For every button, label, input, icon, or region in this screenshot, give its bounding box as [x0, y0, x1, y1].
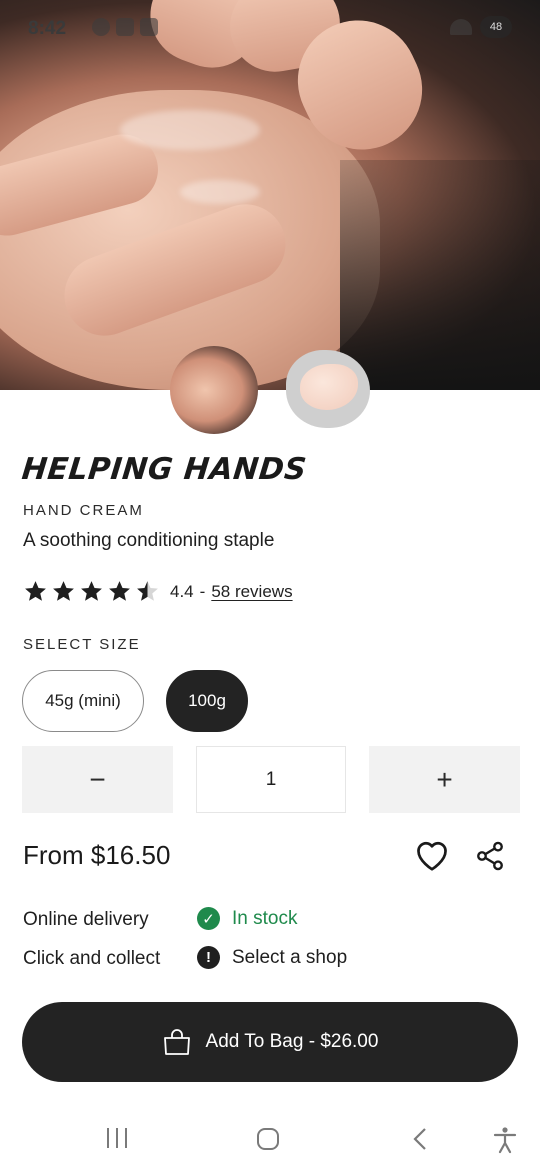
add-to-bag-label: Add To Bag - $26.00 [205, 1031, 379, 1052]
rating-value: 4.4 [170, 581, 194, 601]
moon-icon [92, 18, 110, 36]
star-icon [25, 581, 46, 601]
quantity-value[interactable]: 1 [196, 746, 346, 813]
product-category: HAND CREAM [23, 502, 144, 519]
app-notification-icon [140, 18, 158, 36]
thumbnail-cream-swatch[interactable] [286, 350, 370, 428]
select-shop-link[interactable]: ! Select a shop [197, 946, 347, 969]
recents-icon[interactable] [104, 1126, 130, 1150]
delivery-status: ✓ In stock [197, 907, 297, 930]
system-nav-bar [0, 1110, 540, 1170]
size-option-100g[interactable]: 100g [166, 670, 248, 732]
status-notification-icons [82, 18, 158, 36]
check-circle-icon: ✓ [197, 907, 220, 930]
status-time: 8:42 [28, 18, 67, 39]
star-rating [23, 579, 160, 604]
reviews-link[interactable]: 58 reviews [211, 582, 292, 602]
star-half-icon [137, 581, 158, 601]
image-thumbnails [170, 346, 370, 434]
in-stock-text: In stock [232, 907, 298, 929]
select-size-label: SELECT SIZE [23, 636, 141, 653]
product-title: HELPING HANDS [20, 452, 309, 487]
share-icon[interactable] [474, 840, 506, 872]
alert-circle-icon: ! [197, 946, 220, 969]
select-shop-text: Select a shop [232, 946, 348, 968]
status-bar: 8:42 48 [0, 0, 540, 56]
hero-shadow [340, 160, 540, 390]
heart-icon[interactable] [414, 838, 450, 872]
price: From $16.50 [23, 840, 171, 870]
star-icon [81, 581, 102, 601]
rating-separator: - [199, 581, 206, 601]
cream-swatch [300, 364, 358, 410]
quantity-stepper: − 1 + [22, 746, 520, 813]
home-icon[interactable] [255, 1126, 281, 1152]
star-icon [53, 581, 74, 601]
hero-shine [180, 180, 260, 204]
star-icon [109, 581, 130, 601]
product-hero-image [0, 0, 540, 390]
size-option-45g[interactable]: 45g (mini) [22, 670, 144, 732]
thumbnail-hands[interactable] [170, 346, 258, 434]
wifi-icon [450, 19, 472, 35]
bag-icon [163, 1029, 190, 1055]
size-options: 45g (mini) 100g [22, 670, 248, 732]
screenshot-icon [116, 18, 134, 36]
accessibility-icon[interactable] [492, 1126, 518, 1154]
decrement-button[interactable]: − [22, 746, 173, 813]
online-delivery-label: Online delivery [23, 909, 149, 930]
product-tagline: A soothing conditioning staple [23, 530, 275, 551]
click-and-collect-label: Click and collect [23, 948, 161, 969]
rating-row: 4.4 - 58 reviews [23, 579, 293, 604]
battery-icon: 48 [480, 16, 512, 38]
back-icon[interactable] [408, 1126, 432, 1152]
add-to-bag-button[interactable]: Add To Bag - $26.00 [22, 1002, 518, 1082]
hero-shine [120, 110, 260, 150]
status-right-icons: 48 [450, 16, 512, 38]
increment-button[interactable]: + [369, 746, 520, 813]
